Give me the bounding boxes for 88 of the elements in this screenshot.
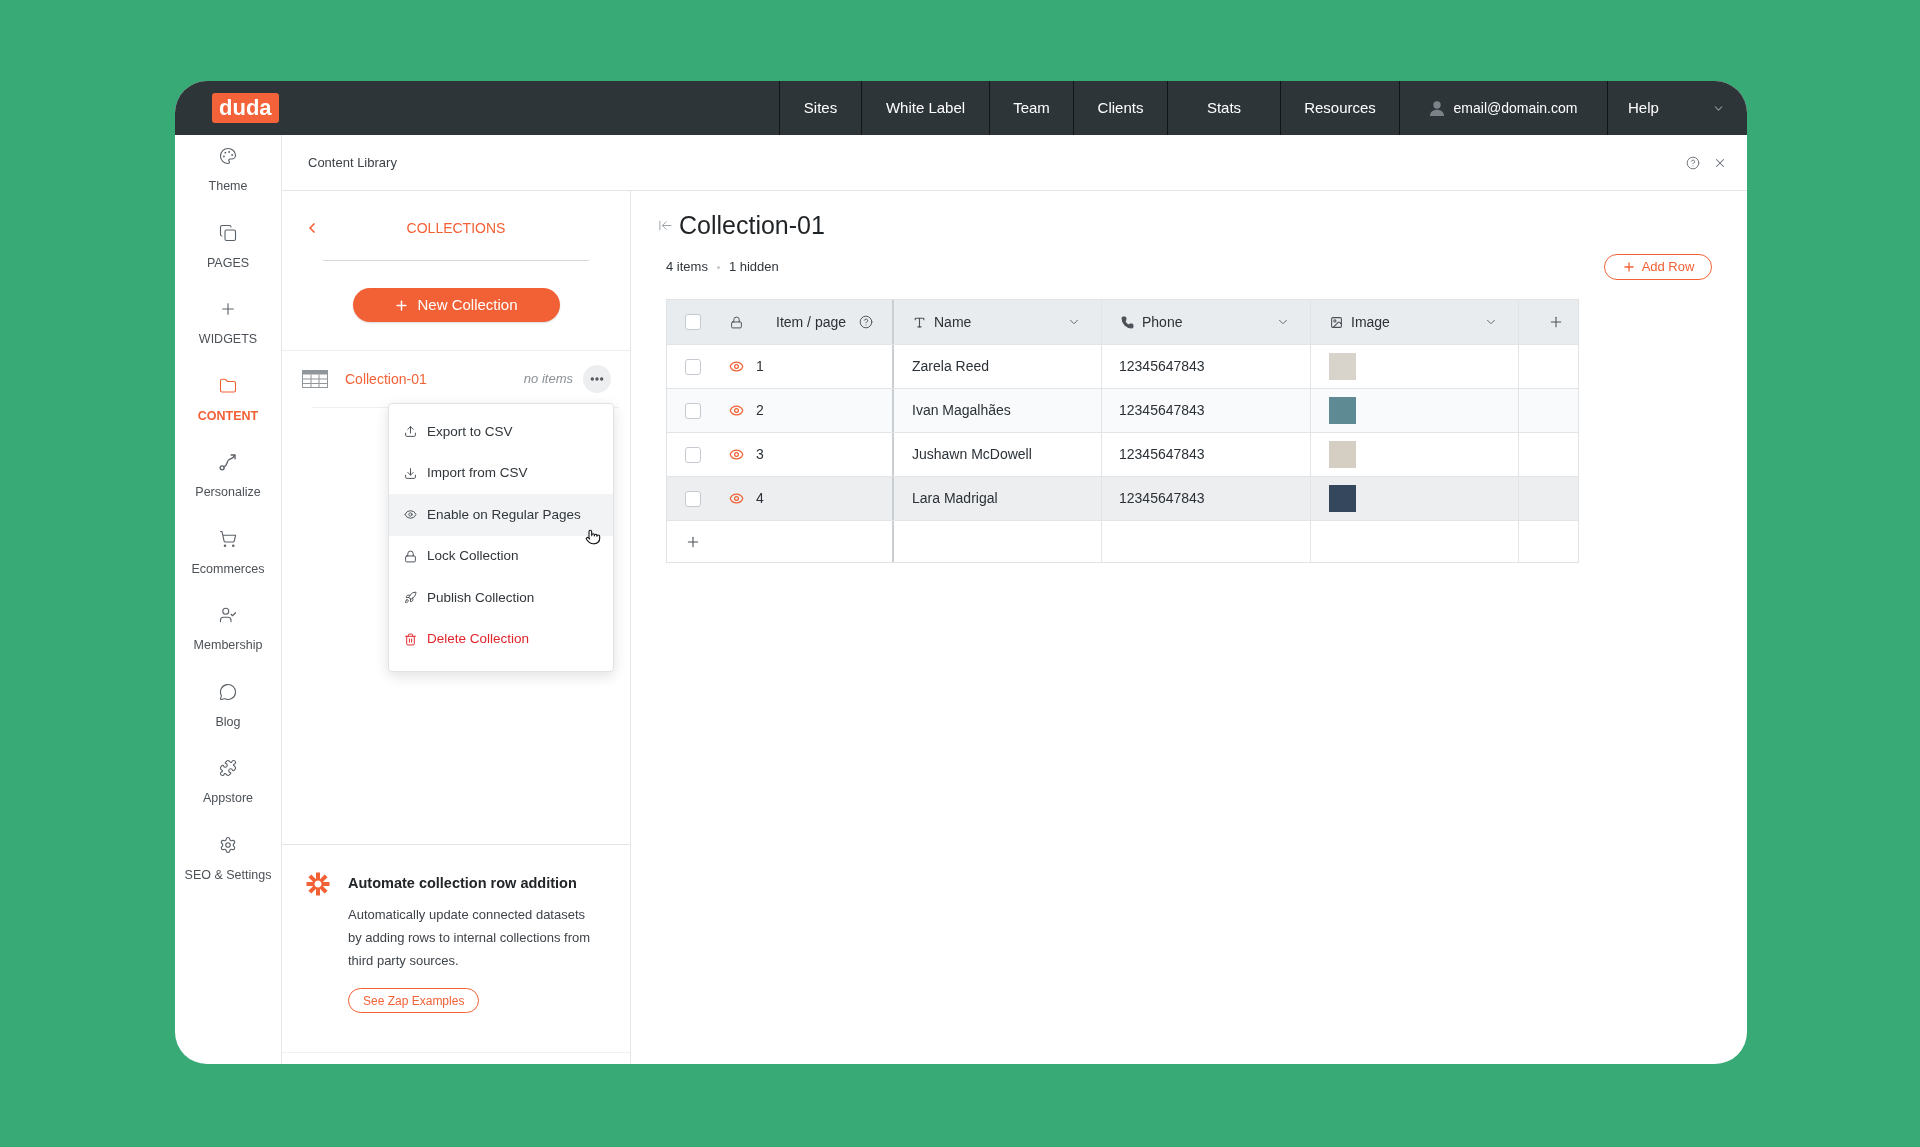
help-button[interactable] [1686, 155, 1700, 170]
lock-icon [730, 315, 743, 329]
cart-icon [219, 529, 237, 548]
item-count: 4 items [666, 258, 708, 277]
sidebar-item[interactable]: WIDGETS [175, 300, 281, 377]
checkbox[interactable] [685, 490, 701, 507]
menu-item[interactable]: Delete Collection [389, 618, 613, 660]
rocket-icon [404, 591, 417, 605]
collection-title: Collection-01 [679, 210, 825, 241]
palette-icon [219, 147, 237, 165]
sidebar-item[interactable]: Appstore [175, 759, 281, 836]
sidebar-item[interactable]: Personalize [175, 453, 281, 530]
lock-icon [404, 549, 417, 563]
puzzle-icon [219, 759, 237, 777]
table-row[interactable]: 2 Ivan Magalhães 12345647843 [667, 388, 1578, 432]
upload-icon [404, 425, 417, 439]
account-menu[interactable]: email@domain.com [1399, 81, 1607, 135]
hand-pointer-icon [585, 528, 601, 546]
table-icon [302, 370, 328, 388]
user-check-icon [219, 606, 237, 624]
checkbox[interactable] [685, 358, 701, 375]
checkbox[interactable] [685, 446, 701, 463]
trash-icon [404, 632, 417, 646]
menu-item[interactable]: Export to CSV [389, 411, 613, 453]
more-button[interactable] [583, 365, 611, 393]
panel-title: Content Library [308, 153, 397, 172]
nav-link[interactable]: Stats [1167, 81, 1280, 135]
promo-text: Automatically update connected datasets by adding rows to internal collections from third party sources. [348, 906, 592, 970]
settings-icon [219, 835, 237, 854]
sidebar-item[interactable]: Blog [175, 682, 281, 759]
menu-item[interactable]: Import from CSV [389, 452, 613, 494]
phone-icon [1121, 315, 1134, 329]
sidebar-item[interactable]: Theme [175, 147, 281, 224]
column-label: Item / page [776, 312, 847, 332]
download-icon [404, 466, 417, 480]
chat-bubble-icon [219, 682, 237, 701]
column-header[interactable]: Phone [1102, 300, 1310, 344]
table-row[interactable]: 4 Lara Madrigal 12345647843 [667, 476, 1578, 520]
menu-item[interactable]: Enable on Regular Pages [389, 494, 613, 536]
row-number: 1 [756, 357, 764, 376]
row-number: 2 [756, 401, 764, 420]
promo-title: Automate collection row addition [348, 874, 578, 893]
sidebar-item[interactable]: PAGES [175, 223, 281, 300]
plus-icon [1621, 260, 1636, 274]
sidebar-item[interactable]: Membership [175, 606, 281, 683]
menu-item[interactable]: Publish Collection [389, 577, 613, 619]
stacked-pages-icon [219, 223, 237, 242]
eye-icon[interactable] [729, 403, 744, 418]
plus-icon [1548, 314, 1564, 330]
letter-t-icon [913, 315, 926, 329]
plus-icon [394, 297, 410, 313]
user-icon [1429, 100, 1444, 116]
table-row[interactable]: 3 Jushawn McDowell 12345647843 [667, 432, 1578, 476]
checkbox[interactable] [685, 402, 701, 419]
photo-placeholder [1329, 353, 1356, 380]
eye-icon[interactable] [729, 447, 744, 462]
help-icon[interactable] [859, 315, 874, 329]
photo-placeholder [1329, 441, 1356, 468]
column-header[interactable]: Name [894, 300, 1101, 344]
table-row[interactable]: 1 Zarela Reed 12345647843 [667, 344, 1578, 388]
nav-link[interactable]: Clients [1073, 81, 1167, 135]
sidebar-item[interactable]: Ecommerces [175, 529, 281, 606]
add-column-button[interactable] [1548, 314, 1564, 330]
nav-link[interactable]: White Label [861, 81, 989, 135]
photo-placeholder [1329, 397, 1356, 424]
checkbox[interactable] [685, 314, 701, 330]
plus-icon [219, 300, 237, 318]
photo-placeholder [1329, 485, 1356, 512]
sidebar-item[interactable]: SEO & Settings [175, 835, 281, 912]
folder-icon [219, 376, 237, 395]
section-title: COLLECTIONS [405, 218, 507, 238]
help-menu[interactable]: Help [1607, 81, 1747, 135]
column-header[interactable]: Image [1311, 300, 1518, 344]
nav-link[interactable]: Sites [779, 81, 861, 135]
image-icon [1330, 315, 1343, 329]
asterisk-icon [306, 872, 330, 896]
item-count: no items [523, 370, 573, 389]
eye-icon[interactable] [729, 359, 744, 374]
hidden-count: 1 hidden [728, 258, 779, 277]
help-icon [1686, 155, 1700, 170]
row-number: 3 [756, 445, 764, 464]
row-number: 4 [756, 489, 764, 508]
nav-link[interactable]: Team [989, 81, 1073, 135]
menu-item[interactable]: Lock Collection [389, 535, 613, 577]
curved-arrow-icon [219, 453, 237, 471]
nav-link[interactable]: Resources [1280, 81, 1399, 135]
eye-icon[interactable] [729, 491, 744, 506]
eye-icon [404, 508, 417, 522]
